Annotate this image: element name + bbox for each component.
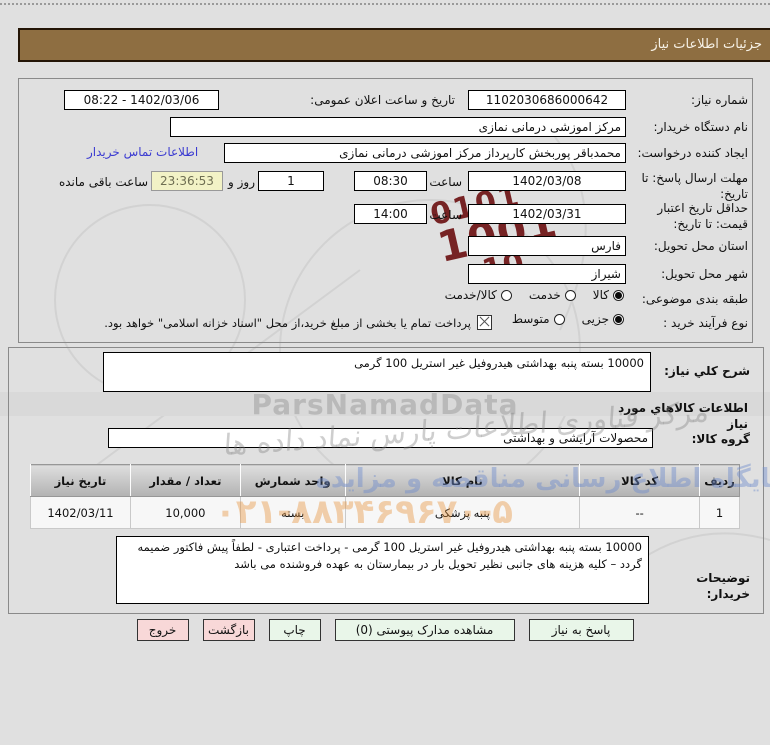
page-title-bar: جزئیات اطلاعات نیاز: [18, 28, 770, 62]
process-option-minor[interactable]: جزیی: [582, 312, 624, 326]
deadline-hour-label: ساعت: [428, 174, 462, 190]
need-number-field[interactable]: 1102030686000642: [468, 90, 626, 110]
buyer-notes-label: توضیحات خریدار:: [650, 570, 750, 602]
delivery-city-field[interactable]: شیراز: [468, 264, 626, 284]
buyer-org-field[interactable]: مرکز اموزشی درمانی نمازی: [170, 117, 626, 137]
price-validity-label: حداقل تاریخ اعتبار قیمت: تا تاریخ:: [625, 200, 748, 232]
process-type-label: نوع فرآیند خرید :: [628, 315, 748, 331]
buyer-contact-link[interactable]: اطلاعات تماس خریدار: [87, 145, 198, 159]
reply-deadline-date-field[interactable]: 1402/03/08: [468, 171, 626, 191]
radio-goods-label: کالا: [593, 288, 609, 302]
hours-remaining-label: ساعت باقی مانده: [42, 174, 148, 190]
radio-minor-label: جزیی: [582, 312, 609, 326]
classification-label: طبقه بندی موضوعی:: [628, 291, 748, 307]
radio-goods-service-label: کالا/خدمت: [445, 288, 497, 302]
print-button[interactable]: چاپ: [269, 619, 321, 641]
delivery-city-label: شهر محل تحویل:: [628, 266, 748, 282]
general-description-textarea[interactable]: 10000 بسته پنبه بهداشتی هیدروفیل غیر است…: [103, 352, 651, 392]
price-validity-time-field[interactable]: 14:00: [354, 204, 427, 224]
buyer-notes-textarea[interactable]: 10000 بسته پنبه بهداشتی هیدروفیل غیر است…: [116, 536, 649, 604]
exit-button[interactable]: خروج: [137, 619, 189, 641]
radio-goods-service-icon[interactable]: [501, 290, 512, 301]
classification-option-goods-service[interactable]: کالا/خدمت: [445, 288, 512, 302]
validity-hour-label: ساعت: [428, 207, 462, 223]
action-button-row: پاسخ به نیاز مشاهده مدارک پیوستی (0) چاپ…: [0, 619, 770, 641]
classification-option-goods[interactable]: کالا: [593, 288, 624, 302]
page-title: جزئیات اطلاعات نیاز: [651, 37, 762, 52]
days-and-label: روز و: [221, 174, 255, 190]
announce-datetime-field[interactable]: 08:22 - 1402/03/06: [64, 90, 219, 110]
process-option-medium[interactable]: متوسط: [512, 312, 565, 326]
respond-to-need-button[interactable]: پاسخ به نیاز: [529, 619, 634, 641]
general-description-label: شرح كلي نياز:: [655, 363, 750, 379]
treasury-checkbox-checked[interactable]: [477, 315, 492, 330]
request-creator-field[interactable]: محمدباقر پوربخش کارپرداز مرکز اموزشی درم…: [224, 143, 626, 163]
countdown-timer: 23:36:53: [151, 171, 223, 191]
cell-row-number: 1: [700, 497, 740, 529]
treasury-note: پرداخت تمام یا بخشی از مبلغ خرید،از محل …: [85, 316, 471, 332]
need-details-page: 0101 1001 10 جزئیات اطلاعات نیاز شماره ن…: [0, 0, 770, 745]
radio-goods-icon[interactable]: [613, 290, 624, 301]
request-creator-label: ایجاد کننده درخواست:: [628, 145, 748, 161]
col-need-date: تاریخ نیاز: [31, 465, 131, 497]
phone-number-watermark: ۰۲۱-۸۸۳۴۶۹۶۷۰-۵: [215, 492, 513, 532]
price-validity-date-field[interactable]: 1402/03/31: [468, 204, 626, 224]
goods-group-label: گروه کالا:: [655, 431, 750, 447]
cell-goods-code: --: [580, 497, 700, 529]
radio-medium-label: متوسط: [512, 312, 550, 326]
reply-deadline-time-field[interactable]: 08:30: [354, 171, 427, 191]
reply-deadline-label: مهلت ارسال پاسخ: تا تاریخ:: [625, 170, 748, 202]
radio-service-label: خدمت: [529, 288, 561, 302]
radio-minor-icon[interactable]: [613, 314, 624, 325]
remaining-days-field[interactable]: 1: [258, 171, 324, 191]
agency-info-watermark: پایگاه اطلاع رسانی مناقصه و مزایده: [280, 464, 770, 494]
need-number-label: شماره نیاز:: [628, 92, 748, 108]
buyer-org-label: نام دستگاه خریدار:: [628, 119, 748, 135]
radio-service-icon[interactable]: [565, 290, 576, 301]
back-button[interactable]: بازگشت: [203, 619, 255, 641]
view-attachments-button[interactable]: مشاهده مدارک پیوستی (0): [335, 619, 515, 641]
classification-option-service[interactable]: خدمت: [529, 288, 576, 302]
delivery-province-label: استان محل تحویل:: [628, 238, 748, 254]
delivery-province-field[interactable]: فارس: [468, 236, 626, 256]
cell-need-date: 1402/03/11: [31, 497, 131, 529]
announce-datetime-label: تاریخ و ساعت اعلان عمومی:: [225, 92, 455, 108]
radio-medium-icon[interactable]: [554, 314, 565, 325]
